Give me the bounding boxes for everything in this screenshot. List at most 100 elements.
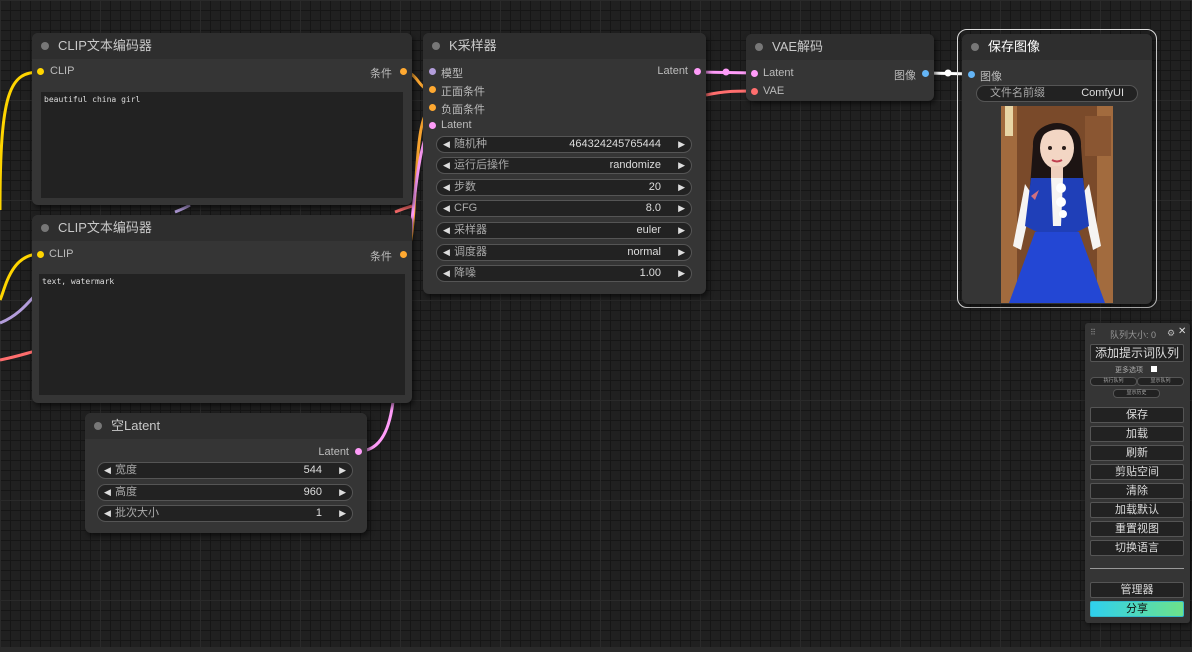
clip-text-encode-node-negative[interactable]: CLIP文本编码器 CLIP 条件 text, watermark	[32, 215, 412, 403]
clear-button[interactable]: 清除	[1090, 483, 1184, 499]
ksampler-node[interactable]: K采样器 模型 正面条件 负面条件 Latent Latent ◀ 随机种 46…	[423, 33, 706, 294]
latent-input-slot[interactable]	[751, 70, 758, 77]
share-button[interactable]: 分享	[1090, 601, 1184, 617]
output-image-preview[interactable]	[1001, 106, 1113, 303]
increment-arrow-icon[interactable]: ▶	[678, 245, 685, 260]
switch-language-button[interactable]: 切换语言	[1090, 540, 1184, 556]
latent-input-slot[interactable]	[429, 122, 436, 129]
node-title: VAE解码	[772, 39, 824, 54]
image-output-label: 图像	[894, 70, 916, 82]
batch-size-widget[interactable]: ◀ 批次大小 1 ▶	[97, 505, 353, 522]
widget-label: CFG	[454, 202, 478, 214]
conditioning-output-slot[interactable]	[400, 251, 407, 258]
increment-arrow-icon[interactable]: ▶	[678, 137, 685, 152]
node-title-bar[interactable]: 空Latent	[85, 413, 367, 439]
refresh-button[interactable]: 刷新	[1090, 445, 1184, 461]
decrement-arrow-icon[interactable]: ◀	[104, 506, 111, 521]
clipspace-button[interactable]: 剪贴空间	[1090, 464, 1184, 480]
node-collapse-dot[interactable]	[755, 43, 763, 51]
decrement-arrow-icon[interactable]: ◀	[443, 245, 450, 260]
node-title-bar[interactable]: CLIP文本编码器	[32, 215, 412, 241]
sampler-widget[interactable]: ◀ 采样器 euler ▶	[436, 222, 692, 239]
reset-view-button[interactable]: 重置视图	[1090, 521, 1184, 537]
view-queue-button[interactable]: 执行队列	[1090, 377, 1137, 386]
decrement-arrow-icon[interactable]: ◀	[443, 137, 450, 152]
empty-latent-image-node[interactable]: 空Latent Latent ◀ 宽度 544 ▶ ◀ 高度 960 ▶ ◀ 批…	[85, 413, 367, 533]
close-icon[interactable]: ✕	[1178, 326, 1186, 337]
settings-gear-icon[interactable]: ⚙	[1167, 328, 1175, 339]
more-options-checkbox[interactable]	[1151, 366, 1157, 372]
decrement-arrow-icon[interactable]: ◀	[443, 180, 450, 195]
filename-prefix-widget[interactable]: 文件名前缀 ComfyUI	[976, 85, 1138, 102]
node-title-bar[interactable]: VAE解码	[746, 34, 934, 60]
steps-widget[interactable]: ◀ 步数 20 ▶	[436, 179, 692, 196]
output-image	[1001, 106, 1113, 303]
increment-arrow-icon[interactable]: ▶	[678, 223, 685, 238]
input-label-latent: Latent	[763, 67, 794, 79]
node-title-bar[interactable]: 保存图像	[962, 34, 1152, 60]
vae-input-slot[interactable]	[751, 88, 758, 95]
control-after-generate-widget[interactable]: ◀ 运行后操作 randomize ▶	[436, 157, 692, 174]
increment-arrow-icon[interactable]: ▶	[339, 485, 346, 500]
show-queue-button[interactable]: 显示队列	[1137, 377, 1184, 386]
node-collapse-dot[interactable]	[94, 422, 102, 430]
show-history-button[interactable]: 显示历史	[1113, 389, 1160, 398]
vae-decode-node[interactable]: VAE解码 Latent VAE 图像	[746, 34, 934, 101]
image-output-slot[interactable]	[922, 70, 929, 77]
input-label-negative: 负面条件	[441, 104, 485, 116]
widget-value: normal	[627, 246, 661, 258]
decrement-arrow-icon[interactable]: ◀	[443, 201, 450, 216]
clip-text-encode-node-positive[interactable]: CLIP文本编码器 CLIP 条件 beautiful china girl	[32, 33, 412, 205]
increment-arrow-icon[interactable]: ▶	[339, 463, 346, 478]
clip-input-slot[interactable]	[37, 251, 44, 258]
denoise-widget[interactable]: ◀ 降噪 1.00 ▶	[436, 265, 692, 282]
decrement-arrow-icon[interactable]: ◀	[443, 158, 450, 173]
conditioning-output-slot[interactable]	[400, 68, 407, 75]
node-collapse-dot[interactable]	[41, 224, 49, 232]
decrement-arrow-icon[interactable]: ◀	[104, 485, 111, 500]
width-widget[interactable]: ◀ 宽度 544 ▶	[97, 462, 353, 479]
increment-arrow-icon[interactable]: ▶	[678, 180, 685, 195]
negative-input-slot[interactable]	[429, 104, 436, 111]
load-default-button[interactable]: 加载默认	[1090, 502, 1184, 518]
decrement-arrow-icon[interactable]: ◀	[443, 266, 450, 281]
node-collapse-dot[interactable]	[41, 42, 49, 50]
widget-value: 960	[303, 486, 322, 498]
node-title-bar[interactable]: CLIP文本编码器	[32, 33, 412, 59]
cfg-widget[interactable]: ◀ CFG 8.0 ▶	[436, 200, 692, 217]
height-widget[interactable]: ◀ 高度 960 ▶	[97, 484, 353, 501]
widget-value: 1	[315, 507, 322, 519]
increment-arrow-icon[interactable]: ▶	[678, 201, 685, 216]
prompt-textarea[interactable]: beautiful china girl	[41, 92, 403, 198]
latent-output-label: Latent	[657, 65, 688, 77]
increment-arrow-icon[interactable]: ▶	[678, 158, 685, 173]
load-button[interactable]: 加载	[1090, 426, 1184, 442]
latent-output-label: Latent	[318, 446, 349, 458]
positive-input-slot[interactable]	[429, 86, 436, 93]
scheduler-widget[interactable]: ◀ 调度器 normal ▶	[436, 244, 692, 261]
add-prompt-queue-button[interactable]: 添加提示词队列	[1090, 344, 1184, 362]
latent-output-slot[interactable]	[355, 448, 362, 455]
manager-button[interactable]: 管理器	[1090, 582, 1184, 598]
clip-input-slot[interactable]	[37, 68, 44, 75]
model-input-slot[interactable]	[429, 68, 436, 75]
widget-label: 高度	[115, 486, 137, 498]
image-input-slot[interactable]	[968, 71, 975, 78]
node-collapse-dot[interactable]	[971, 43, 979, 51]
node-title: CLIP文本编码器	[58, 38, 152, 53]
increment-arrow-icon[interactable]: ▶	[678, 266, 685, 281]
node-collapse-dot[interactable]	[432, 42, 440, 50]
drag-handle-icon[interactable]: ⠿	[1090, 328, 1096, 337]
latent-output-slot[interactable]	[694, 68, 701, 75]
seed-widget[interactable]: ◀ 随机种 464324245765444 ▶	[436, 136, 692, 153]
decrement-arrow-icon[interactable]: ◀	[104, 463, 111, 478]
prompt-textarea[interactable]: text, watermark	[39, 274, 405, 395]
save-button[interactable]: 保存	[1090, 407, 1184, 423]
save-image-node[interactable]: 保存图像 图像 文件名前缀 ComfyUI	[962, 34, 1152, 304]
decrement-arrow-icon[interactable]: ◀	[443, 223, 450, 238]
conditioning-output-label: 条件	[370, 251, 392, 263]
increment-arrow-icon[interactable]: ▶	[339, 506, 346, 521]
node-title-bar[interactable]: K采样器	[423, 33, 706, 59]
node-title: CLIP文本编码器	[58, 220, 152, 235]
conditioning-output-label: 条件	[370, 68, 392, 80]
